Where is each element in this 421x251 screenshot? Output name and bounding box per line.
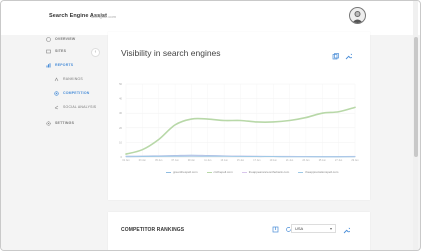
- x-tick-label: 29 Jun: [351, 159, 359, 162]
- reports-icon: [46, 62, 51, 67]
- data-point: [158, 139, 160, 140]
- chart-legend: greenthespell.com ctcthepell.com theappe…: [166, 170, 338, 174]
- data-point: [142, 156, 143, 157]
- data-point: [305, 156, 307, 158]
- sidebar-item-reports[interactable]: REPORTS: [46, 61, 73, 69]
- country-select[interactable]: USA ▾: [291, 224, 336, 233]
- overview-icon: [46, 36, 51, 42]
- x-tick-label: 27 Jun: [335, 159, 343, 162]
- sidebar-subitem-label: SOCIAL ANALYSIS: [63, 105, 97, 109]
- visibility-chart: 5040302010001 Jun 03 Jun 05 Jun 07 Jun 09 Ju…: [119, 82, 359, 162]
- data-point: [354, 156, 356, 158]
- data-point: [207, 118, 209, 120]
- wrench-icon[interactable]: [343, 227, 350, 234]
- data-point: [272, 121, 274, 123]
- sidebar-collapse-button[interactable]: ‹: [91, 48, 100, 57]
- data-point: [354, 107, 356, 108]
- data-point: [125, 156, 127, 158]
- data-point: [338, 156, 339, 158]
- data-point: [256, 156, 258, 157]
- data-point: [338, 111, 339, 113]
- x-tick-label: 03 Jun: [139, 159, 147, 162]
- sidebar-subitem-social-analysis[interactable]: SOCIAL ANALYSIS: [54, 103, 96, 111]
- data-point: [240, 156, 241, 157]
- data-point: [289, 120, 290, 121]
- scroll-thumb[interactable]: [414, 37, 418, 157]
- data-point: [305, 117, 307, 118]
- data-point: [207, 155, 209, 157]
- rankings-title: COMPETITOR RANKINGS: [121, 227, 185, 233]
- sidebar-item-label: REPORTS: [55, 63, 74, 67]
- visibility-card: Visibility in search engines 50 40 30 20 10 0…: [108, 32, 370, 200]
- sidebar-item-overview[interactable]: OVERVIEW: [46, 35, 75, 43]
- x-tick-label: 07 Jun: [171, 159, 179, 162]
- sidebar-item-label: SETTINGS: [55, 121, 75, 125]
- country-select-value: USA: [295, 226, 304, 231]
- x-tick-label: 23 Jun: [302, 159, 310, 162]
- legend-item: greenthespell.com: [166, 170, 198, 174]
- data-point: [256, 121, 258, 123]
- scrollbar[interactable]: [413, 1, 418, 250]
- data-point: [240, 120, 241, 121]
- rankings-icon: [54, 76, 59, 81]
- legend-item: theappreciationspell.com: [298, 170, 338, 174]
- sidebar-item-label: OVERVIEW: [55, 37, 76, 41]
- rankings-tools: [272, 226, 292, 233]
- chevron-down-icon: ▾: [329, 226, 332, 231]
- competition-icon: [54, 90, 59, 96]
- x-tick-label: 15 Jun: [237, 159, 245, 162]
- app-subtitle: seengine.com: [91, 14, 116, 19]
- y-tick-label: 20: [119, 126, 122, 130]
- data-point: [272, 156, 274, 157]
- x-tick-label: 05 Jun: [155, 159, 163, 162]
- sites-icon: [46, 49, 51, 53]
- y-tick-label: 30: [119, 111, 122, 115]
- legend-item: theappearanceonthebank.com: [241, 170, 289, 174]
- avatar[interactable]: [349, 7, 366, 24]
- y-tick-label: 40: [119, 97, 122, 101]
- sidebar: OVERVIEW SITES ‹ REPORTS RANKINGS COMPET…: [1, 35, 105, 250]
- sidebar-item-label: SITES: [55, 49, 67, 53]
- sidebar-item-sites[interactable]: SITES: [46, 47, 66, 55]
- x-tick-label: 17 Jun: [253, 159, 261, 162]
- competitor-rankings-card: COMPETITOR RANKINGS USA ▾: [108, 212, 370, 250]
- sidebar-subitem-competition[interactable]: COMPETITION: [54, 89, 90, 97]
- x-tick-label: 25 Jun: [319, 159, 327, 162]
- x-tick-label: 01 Jun: [122, 159, 130, 162]
- data-point: [174, 124, 176, 126]
- data-point: [125, 153, 127, 155]
- data-point: [142, 149, 143, 150]
- export-icon[interactable]: [272, 226, 279, 233]
- top-bar: Search Engine Assist seengine.com: [1, 1, 420, 35]
- data-point: [289, 156, 290, 158]
- sidebar-subitem-label: RANKINGS: [63, 77, 83, 81]
- social-icon: [54, 105, 59, 109]
- data-point: [174, 155, 176, 157]
- data-point: [223, 120, 225, 121]
- x-tick-label: 19 Jun: [270, 159, 278, 162]
- y-tick-label: 50: [119, 82, 122, 86]
- data-point: [158, 156, 160, 157]
- gear-icon: [46, 120, 51, 126]
- x-tick-label: 11 Jun: [204, 159, 212, 162]
- x-tick-label: 21 Jun: [286, 159, 294, 162]
- data-point: [321, 112, 323, 114]
- sidebar-subitem-rankings[interactable]: RANKINGS: [54, 75, 83, 83]
- x-tick-label: 13 Jun: [221, 159, 229, 162]
- data-point: [191, 118, 192, 120]
- app-window: Search Engine Assist seengine.com OVERVI…: [0, 0, 421, 251]
- data-point: [191, 155, 192, 157]
- sidebar-item-settings[interactable]: SETTINGS: [46, 119, 74, 127]
- data-point: [321, 156, 323, 158]
- avatar-icon: [352, 11, 363, 23]
- y-tick-label: 10: [119, 140, 122, 144]
- x-tick-label: 09 Jun: [188, 159, 196, 162]
- chevron-left-icon: ‹: [94, 49, 97, 55]
- legend-item: ctcthepell.com: [206, 170, 233, 174]
- data-point: [223, 155, 225, 157]
- sidebar-subitem-label: COMPETITION: [63, 91, 90, 95]
